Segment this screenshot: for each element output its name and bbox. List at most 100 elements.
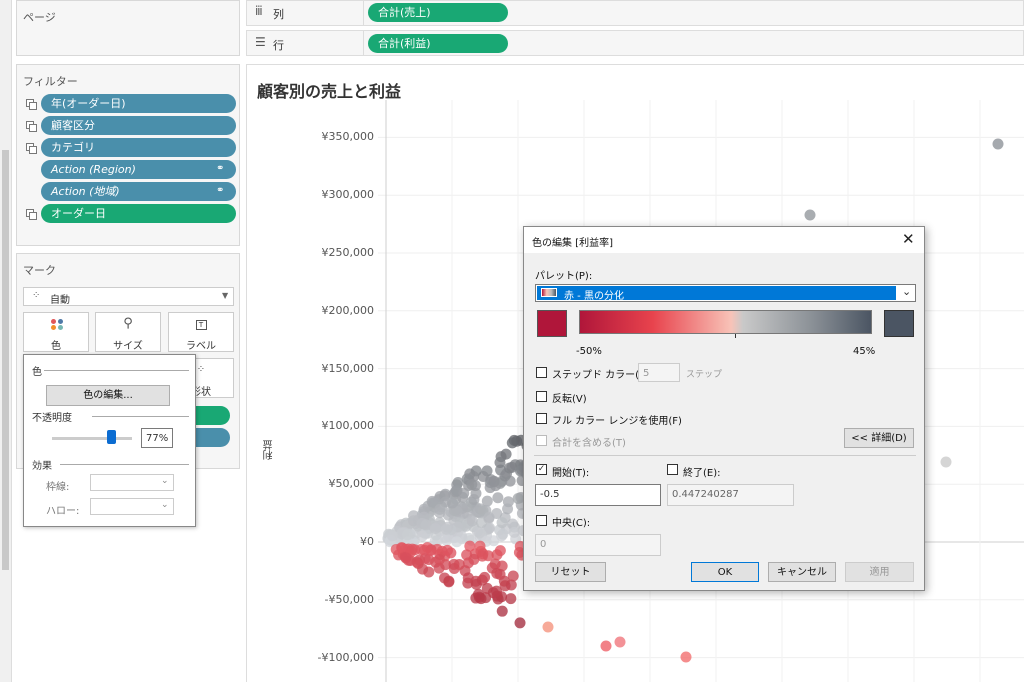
scatter-point[interactable]: [487, 587, 499, 599]
scatter-point[interactable]: [423, 566, 435, 578]
advanced-button[interactable]: << 詳細(D): [844, 428, 914, 448]
filter-pill-segment[interactable]: 顧客区分: [41, 116, 236, 135]
full-range-checkbox[interactable]: [536, 413, 547, 424]
y-axis-title: 利益: [264, 440, 275, 460]
scroll-thumb[interactable]: [2, 150, 9, 570]
scatter-point[interactable]: [508, 526, 520, 538]
chevron-down-icon: ⌄: [902, 285, 912, 298]
center-tick: [735, 334, 736, 338]
scatter-point[interactable]: [507, 570, 519, 582]
dialog-title: 色の編集 [利益率]: [532, 238, 613, 249]
scatter-point[interactable]: [401, 529, 413, 541]
scatter-point[interactable]: [443, 576, 455, 588]
shelf-divider: [363, 1, 364, 25]
start-color-swatch[interactable]: [537, 310, 567, 337]
scatter-point[interactable]: [506, 437, 518, 449]
scatter-point[interactable]: [512, 492, 524, 504]
filter-pill-year[interactable]: 年(オーダー日): [41, 94, 236, 113]
palette-dropdown[interactable]: 赤 - 黒の分化 ⌄: [535, 284, 916, 302]
end-input[interactable]: 0.447240287: [667, 484, 794, 506]
reset-button[interactable]: リセット: [535, 562, 606, 582]
scatter-point[interactable]: [496, 605, 508, 617]
edit-colors-button[interactable]: 色の編集...: [46, 385, 170, 406]
filter-pill-action-region[interactable]: Action (Region): [41, 160, 236, 179]
scatter-point[interactable]: [488, 476, 500, 488]
opacity-input[interactable]: 77%: [141, 428, 173, 448]
halo-dropdown[interactable]: ⌄: [90, 498, 174, 515]
opacity-slider-thumb[interactable]: [107, 430, 116, 444]
columns-pill[interactable]: 合計(売上): [368, 3, 508, 22]
chevron-down-icon: ⌄: [161, 500, 169, 510]
end-checkbox[interactable]: [667, 464, 678, 475]
center-input[interactable]: 0: [535, 534, 661, 556]
size-card[interactable]: ⚲ サイズ: [95, 312, 161, 352]
apply-button[interactable]: 適用: [845, 562, 914, 582]
scatter-point[interactable]: [483, 511, 495, 523]
scatter-point[interactable]: [492, 492, 504, 504]
scatter-point[interactable]: [488, 535, 500, 547]
color-ramp: [579, 310, 872, 334]
start-input[interactable]: -0.5: [535, 484, 661, 506]
scatter-point[interactable]: [497, 528, 509, 540]
scatter-point[interactable]: [451, 536, 463, 548]
scatter-point[interactable]: [542, 621, 554, 633]
scatter-point[interactable]: [468, 494, 480, 506]
scatter-point[interactable]: [416, 530, 428, 542]
reversed-checkbox[interactable]: [536, 391, 547, 402]
scatter-point[interactable]: [475, 593, 487, 605]
end-color-swatch[interactable]: [884, 310, 914, 337]
scatter-point[interactable]: [425, 545, 437, 557]
border-dropdown[interactable]: ⌄: [90, 474, 174, 491]
label-card[interactable]: T ラベル: [168, 312, 234, 352]
scatter-point[interactable]: [429, 522, 441, 534]
dialog-titlebar[interactable]: 色の編集 [利益率] ✕: [524, 227, 924, 253]
scatter-point[interactable]: [411, 556, 423, 568]
scatter-point[interactable]: [386, 530, 398, 542]
scatter-point[interactable]: [466, 515, 478, 527]
scatter-point[interactable]: [514, 617, 526, 629]
scatter-point[interactable]: [494, 568, 506, 580]
mark-type-dropdown[interactable]: ⁘ 自動 ▼: [23, 287, 234, 306]
close-icon[interactable]: ✕: [902, 230, 915, 248]
filter-pill-order-date[interactable]: オーダー日: [41, 204, 236, 223]
rows-pill[interactable]: 合計(利益): [368, 34, 508, 53]
scatter-point[interactable]: [503, 462, 515, 474]
filter-pill-category[interactable]: カテゴリ: [41, 138, 236, 157]
stepped-color-checkbox[interactable]: [536, 367, 547, 378]
ok-button[interactable]: OK: [691, 562, 759, 582]
include-totals-checkbox[interactable]: [536, 435, 547, 446]
scatter-point[interactable]: [390, 543, 402, 555]
scatter-point[interactable]: [496, 517, 508, 529]
scatter-point[interactable]: [458, 487, 470, 499]
scatter-point[interactable]: [600, 640, 612, 652]
color-card[interactable]: 色: [23, 312, 89, 352]
scatter-point[interactable]: [494, 545, 506, 557]
scatter-point[interactable]: [474, 527, 486, 539]
scatter-point[interactable]: [502, 503, 514, 515]
left-pane: ページ フィルター 年(オーダー日) 顧客区分 カテゴリ Action (Reg…: [0, 0, 246, 682]
scatter-point[interactable]: [494, 457, 506, 469]
scatter-point[interactable]: [479, 571, 491, 583]
scatter-point[interactable]: [680, 651, 692, 663]
center-checkbox[interactable]: [536, 515, 547, 526]
filter-pill-action-area[interactable]: Action (地域): [41, 182, 236, 201]
scatter-point[interactable]: [468, 553, 480, 565]
scatter-point[interactable]: [940, 456, 952, 468]
scatter-point[interactable]: [614, 636, 626, 648]
scatter-point[interactable]: [445, 547, 457, 559]
opacity-slider-track[interactable]: [52, 437, 132, 440]
scatter-point[interactable]: [434, 503, 446, 515]
steps-input[interactable]: 5: [638, 363, 680, 382]
scatter-point[interactable]: [433, 554, 445, 566]
center-label: 中央(C):: [552, 518, 591, 529]
scatter-point[interactable]: [440, 523, 452, 535]
columns-icon: ⅲ: [255, 4, 263, 18]
scatter-point[interactable]: [804, 209, 816, 221]
cancel-button[interactable]: キャンセル: [768, 562, 836, 582]
scatter-point[interactable]: [400, 552, 412, 564]
start-checkbox[interactable]: ✓: [536, 464, 547, 475]
scatter-point[interactable]: [992, 138, 1004, 150]
left-scrollbar[interactable]: [0, 0, 12, 682]
scatter-point[interactable]: [505, 593, 517, 605]
scatter-point[interactable]: [466, 479, 478, 491]
